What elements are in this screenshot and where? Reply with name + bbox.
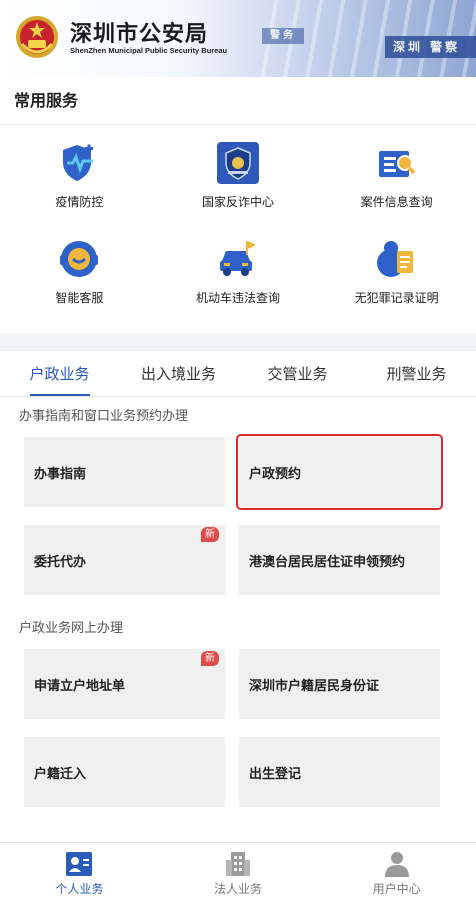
section-spacer <box>0 333 476 351</box>
service-label: 国家反诈中心 <box>201 195 274 209</box>
tile-label: 深圳市户籍居民身份证 <box>249 678 380 694</box>
service-label: 机动车违法查询 <box>195 291 280 305</box>
tab-traffic[interactable]: 交管业务 <box>238 351 357 396</box>
smart-service-icon <box>60 241 99 277</box>
online-grid: 申请立户地址单 新 深圳市户籍居民身份证 户籍迁入 出生登记 <box>0 649 476 807</box>
bottom-navigation: 个人业务 法人业务 用户中心 <box>0 842 476 900</box>
tile-household-address-form[interactable]: 申请立户地址单 新 <box>24 649 225 719</box>
police-emblem-icon <box>16 16 58 58</box>
common-services-card: 常用服务 疫情防控 国家反诈中心 案件信息查询 智能客服 机动车违法查询 无犯罪… <box>0 77 476 333</box>
tile-guide[interactable]: 办事指南 <box>24 437 225 507</box>
tab-criminal[interactable]: 刑警业务 <box>357 351 476 396</box>
service-case-search[interactable]: 案件信息查询 <box>317 141 476 237</box>
brand-subtitle: ShenZhen Municipal Public Security Burea… <box>70 46 228 55</box>
no-criminal-record-icon <box>376 241 413 277</box>
tile-household-appointment[interactable]: 户政预约 <box>236 434 443 510</box>
tile-label: 办事指南 <box>34 466 87 482</box>
tile-id-card[interactable]: 深圳市户籍居民身份证 <box>239 649 440 719</box>
tile-hk-macao-taiwan-permit[interactable]: 港澳台居民居住证申领预约 <box>239 525 440 595</box>
tile-entrusted-agent[interactable]: 委托代办 新 <box>24 525 225 595</box>
tab-exit-entry[interactable]: 出入境业务 <box>119 351 238 396</box>
building-icon <box>226 852 250 876</box>
group-title-appointment: 办事指南和窗口业务预约办理 <box>19 409 189 424</box>
nav-label: 用户中心 <box>372 882 421 896</box>
nav-label: 法人业务 <box>214 882 263 896</box>
banner-sign-small: 警务 <box>262 28 304 44</box>
group-title-online: 户政业务网上办理 <box>19 621 124 636</box>
nav-user-center[interactable]: 用户中心 <box>317 843 476 900</box>
header-banner: 警务 深圳 警察 深圳市公安局 ShenZhen Municipal Publi… <box>0 0 476 77</box>
service-epidemic-control[interactable]: 疫情防控 <box>0 141 159 237</box>
business-tabs: 户政业务 出入境业务 交管业务 刑警业务 <box>0 351 476 397</box>
new-badge: 新 <box>201 651 219 666</box>
case-search-icon <box>378 151 416 177</box>
new-badge: 新 <box>201 527 219 542</box>
service-label: 无犯罪记录证明 <box>354 291 439 305</box>
service-label: 疫情防控 <box>55 195 104 209</box>
banner-sign: 深圳 警察 <box>385 36 476 58</box>
service-label: 案件信息查询 <box>360 195 433 209</box>
service-vehicle-violation[interactable]: 机动车违法查询 <box>159 237 318 333</box>
service-label: 智能客服 <box>55 291 104 305</box>
service-anti-fraud-center[interactable]: 国家反诈中心 <box>159 141 318 237</box>
brand-title: 深圳市公安局 <box>70 22 209 47</box>
service-smart-service[interactable]: 智能客服 <box>0 237 159 333</box>
tile-label: 户政预约 <box>249 466 302 482</box>
shield-pulse-icon <box>63 144 94 181</box>
tile-birth-registration[interactable]: 出生登记 <box>239 737 440 807</box>
nav-label: 个人业务 <box>55 882 104 896</box>
service-no-criminal-record[interactable]: 无犯罪记录证明 <box>317 237 476 333</box>
anti-fraud-app-icon <box>216 142 259 184</box>
nav-corporate-business[interactable]: 法人业务 <box>159 843 318 900</box>
tile-household-move-in[interactable]: 户籍迁入 <box>24 737 225 807</box>
tab-household[interactable]: 户政业务 <box>0 351 119 396</box>
tile-label: 出生登记 <box>249 766 302 782</box>
appointment-grid: 办事指南 户政预约 委托代办 新 港澳台居民居住证申领预约 <box>0 434 476 595</box>
tile-label: 港澳台居民居住证申领预约 <box>249 554 406 570</box>
user-icon <box>384 852 409 877</box>
tile-label: 申请立户地址单 <box>34 678 126 694</box>
tile-label: 户籍迁入 <box>34 766 87 782</box>
services-grid: 疫情防控 国家反诈中心 案件信息查询 智能客服 机动车违法查询 无犯罪记录证明 <box>0 125 476 333</box>
vehicle-violation-icon <box>219 241 256 276</box>
nav-personal-business[interactable]: 个人业务 <box>0 843 159 900</box>
tab-content: 办事指南和窗口业务预约办理 办事指南 户政预约 委托代办 新 港澳台居民居住证申… <box>0 397 476 847</box>
tile-label: 委托代办 <box>34 554 87 570</box>
personal-business-icon <box>66 852 93 876</box>
common-services-title: 常用服务 <box>0 77 476 125</box>
